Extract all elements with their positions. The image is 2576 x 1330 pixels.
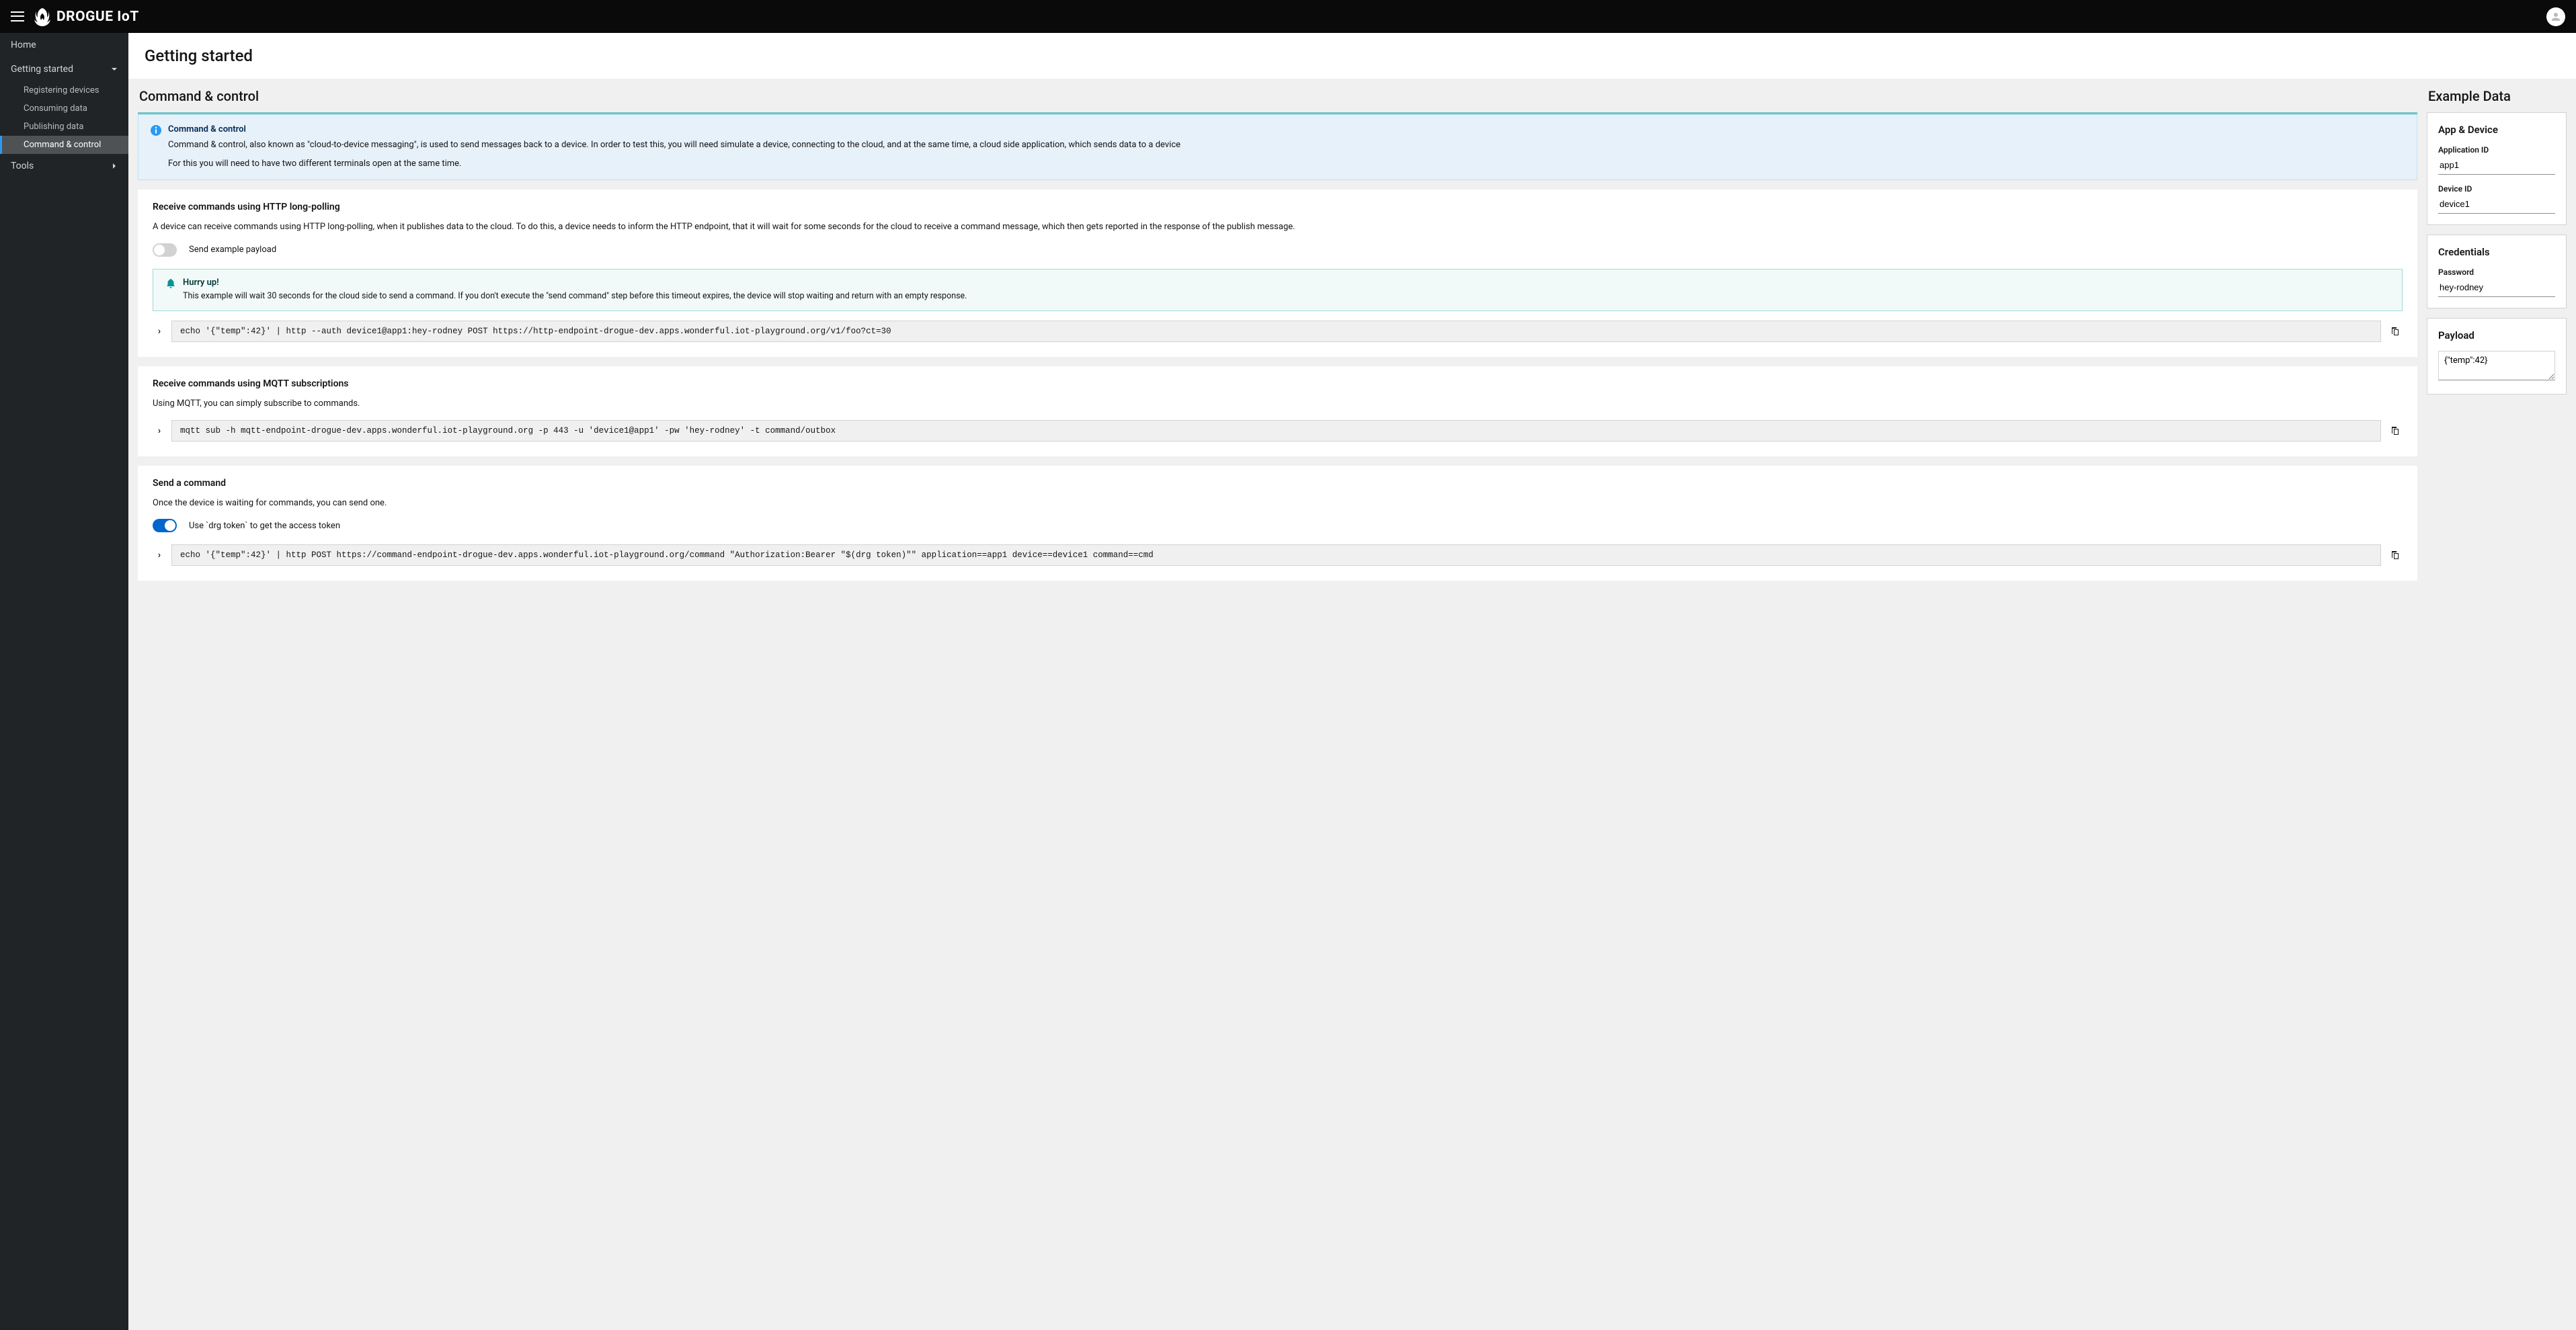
alert-title: Command & control (168, 124, 2405, 134)
card-desc: Using MQTT, you can simply subscribe to … (153, 397, 2403, 411)
alert-text: For this you will need to have two diffe… (168, 157, 2405, 171)
menu-toggle-button[interactable] (11, 10, 24, 24)
device-id-label: Device ID (2438, 184, 2555, 194)
warn-text: This example will wait 30 seconds for th… (183, 290, 2390, 303)
card-title: Receive commands using HTTP long-polling (153, 202, 2403, 212)
sidebar-item-label: Tools (11, 161, 34, 171)
credentials-card: Credentials Password (2427, 235, 2567, 308)
card-desc: Once the device is waiting for commands,… (153, 497, 2403, 510)
switch-label: Use `drg token` to get the access token (189, 521, 340, 531)
info-icon (151, 125, 161, 136)
sidebar-item-label: Getting started (11, 64, 73, 75)
copy-icon (2389, 550, 2400, 560)
send-command-card: Send a command Once the device is waitin… (138, 466, 2417, 581)
card-title: Send a command (153, 478, 2403, 489)
warn-title: Hurry up! (183, 278, 2390, 288)
sidebar-item-home[interactable]: Home (0, 33, 128, 57)
sidebar-nav: Home Getting started Registering devices… (0, 33, 128, 1330)
bell-icon (165, 278, 176, 289)
expand-code-button[interactable]: › (153, 425, 166, 436)
sidebar-item-tools[interactable]: Tools (0, 154, 128, 178)
card-title: Receive commands using MQTT subscription… (153, 378, 2403, 389)
app-device-card: App & Device Application ID Device ID (2427, 112, 2567, 225)
send-command-code: echo '{"temp":42}' | http POST https://c… (171, 544, 2381, 566)
alert-text: Command & control, also known as "cloud-… (168, 138, 2405, 152)
sidebar-item-command-control[interactable]: Command & control (0, 136, 128, 154)
chevron-down-icon (111, 66, 118, 73)
sidebar-item-label: Home (11, 40, 36, 50)
copy-icon (2389, 425, 2400, 436)
expand-code-button[interactable]: › (153, 550, 166, 560)
mqtt-command-code: mqtt sub -h mqtt-endpoint-drogue-dev.app… (171, 420, 2381, 442)
payload-textarea[interactable] (2438, 351, 2555, 380)
application-id-input[interactable] (2438, 157, 2555, 175)
drogue-logo-icon (34, 7, 51, 27)
device-id-input[interactable] (2438, 196, 2555, 214)
side-card-title: Credentials (2438, 246, 2555, 258)
expand-code-button[interactable]: › (153, 326, 166, 337)
http-polling-card: Receive commands using HTTP long-polling… (138, 190, 2417, 357)
user-icon (2550, 11, 2562, 23)
password-label: Password (2438, 267, 2555, 277)
side-card-title: App & Device (2438, 124, 2555, 136)
mqtt-card: Receive commands using MQTT subscription… (138, 366, 2417, 456)
send-example-payload-toggle[interactable] (153, 243, 177, 257)
intro-card: Command & control Command & control, als… (138, 112, 2417, 180)
http-command-code: echo '{"temp":42}' | http --auth device1… (171, 321, 2381, 342)
section-title: Command & control (138, 88, 2417, 104)
sidebar-item-getting-started[interactable]: Getting started (0, 57, 128, 81)
chevron-right-icon (111, 163, 118, 169)
brand-name: DROGUE IoT (56, 9, 139, 25)
use-drg-token-toggle[interactable] (153, 519, 177, 532)
side-title: Example Data (2427, 88, 2567, 104)
application-id-label: Application ID (2438, 145, 2555, 155)
copy-button[interactable] (2386, 547, 2403, 563)
page-title: Getting started (145, 46, 2560, 65)
copy-button[interactable] (2386, 423, 2403, 439)
side-card-title: Payload (2438, 329, 2555, 341)
sidebar-item-publishing-data[interactable]: Publishing data (0, 118, 128, 136)
copy-button[interactable] (2386, 323, 2403, 339)
page-header: Getting started (128, 33, 2576, 79)
sidebar-item-consuming-data[interactable]: Consuming data (0, 99, 128, 118)
switch-label: Send example payload (189, 245, 276, 255)
user-avatar-button[interactable] (2546, 7, 2565, 26)
payload-card: Payload (2427, 318, 2567, 394)
password-input[interactable] (2438, 280, 2555, 297)
brand-logo: DROGUE IoT (34, 7, 139, 27)
card-desc: A device can receive commands using HTTP… (153, 220, 2403, 234)
copy-icon (2389, 326, 2400, 337)
sidebar-item-registering-devices[interactable]: Registering devices (0, 81, 128, 99)
